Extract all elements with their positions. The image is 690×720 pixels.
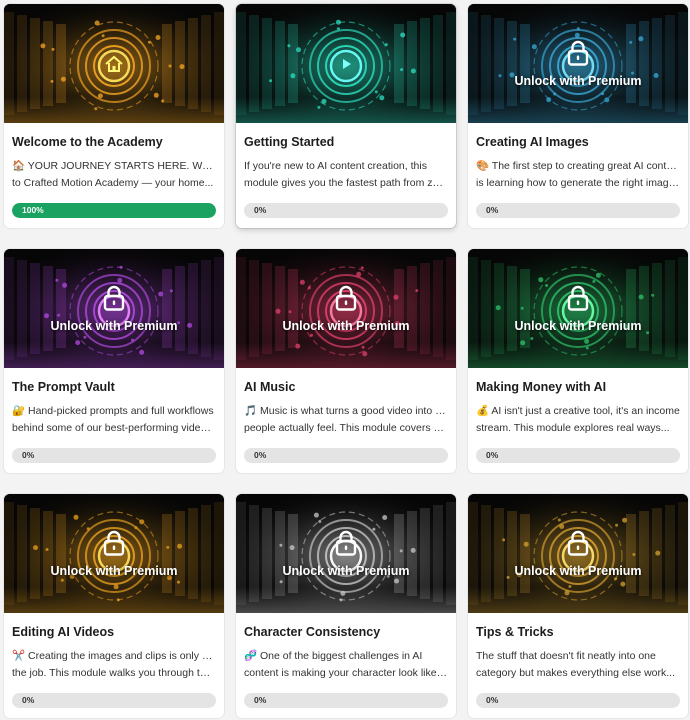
premium-lock-overlay[interactable]: Unlock with Premium — [4, 494, 224, 613]
course-description: 🏠 YOUR JOURNEY STARTS HERE. Welcome to C… — [4, 155, 224, 195]
course-description: If you're new to AI content creation, th… — [236, 155, 456, 195]
course-thumbnail: Unlock with Premium — [468, 249, 688, 368]
course-title: Making Money with AI — [476, 380, 607, 394]
course-description-line: 🧬 One of the biggest challenges in AI — [244, 650, 423, 662]
course-description-line: If you're new to AI content creation, th… — [244, 160, 427, 172]
course-title: Tips & Tricks — [476, 625, 554, 639]
progress-bar: 0% — [244, 448, 448, 463]
course-thumbnail — [236, 4, 456, 123]
unlock-premium-label: Unlock with Premium — [282, 563, 410, 578]
lock-icon — [103, 530, 125, 556]
home-icon — [105, 55, 123, 72]
course-title: Welcome to the Academy — [12, 135, 163, 149]
course-thumbnail: Unlock with Premium — [236, 249, 456, 368]
course-thumbnail — [4, 4, 224, 123]
premium-lock-overlay[interactable]: Unlock with Premium — [236, 494, 456, 613]
course-thumbnail: Unlock with Premium — [4, 494, 224, 613]
course-description: 💰 AI isn't just a creative tool, it's an… — [468, 400, 688, 440]
course-description: 🎨 The first step to creating great AI co… — [468, 155, 688, 195]
course-card-prompt-vault[interactable]: Unlock with Premium The Prompt Vault 🔐 H… — [4, 249, 224, 473]
course-description-line: 🏠 YOUR JOURNEY STARTS HERE. Welcome — [12, 160, 216, 172]
progress-label: 0% — [254, 450, 267, 460]
course-description: 🔐 Hand-picked prompts and full workflows… — [4, 400, 224, 440]
course-card-character-consistency[interactable]: Unlock with Premium Character Consistenc… — [236, 494, 456, 718]
premium-lock-overlay[interactable]: Unlock with Premium — [468, 4, 688, 123]
course-description-line: module gives you the fastest path from z… — [244, 177, 448, 189]
course-description: ✂️ Creating the images and clips is only… — [4, 645, 224, 685]
course-description: 🎵 Music is what turns a good video into … — [236, 400, 456, 440]
course-card-editing-ai-videos[interactable]: Unlock with Premium Editing AI Videos ✂️… — [4, 494, 224, 718]
course-description-line: 🎨 The first step to creating great AI co… — [476, 160, 680, 172]
progress-label: 0% — [22, 450, 35, 460]
premium-lock-overlay[interactable]: Unlock with Premium — [236, 249, 456, 368]
course-title: Character Consistency — [244, 625, 381, 639]
play-icon — [343, 58, 351, 69]
course-card-making-money[interactable]: Unlock with Premium Making Money with AI… — [468, 249, 688, 473]
unlock-premium-label: Unlock with Premium — [514, 73, 642, 88]
course-card-welcome[interactable]: Welcome to the Academy 🏠 YOUR JOURNEY ST… — [4, 4, 224, 228]
course-description-line: stream. This module explores real ways..… — [476, 422, 670, 434]
progress-label: 0% — [486, 695, 499, 705]
progress-label: 0% — [254, 695, 267, 705]
course-description-line: 🔐 Hand-picked prompts and full workflows — [12, 405, 214, 417]
course-description-line: ✂️ Creating the images and clips is only… — [12, 650, 216, 662]
lock-icon — [335, 530, 357, 556]
course-description-line: behind some of our best-performing video… — [12, 422, 216, 434]
unlock-premium-label: Unlock with Premium — [514, 563, 642, 578]
course-title: The Prompt Vault — [12, 380, 115, 394]
course-description-line: to Crafted Motion Academy — your home... — [12, 177, 214, 189]
progress-label: 0% — [486, 205, 499, 215]
course-description-line: 💰 AI isn't just a creative tool, it's an… — [476, 405, 680, 417]
course-description-line: people actually feel. This module covers… — [244, 422, 448, 434]
unlock-premium-label: Unlock with Premium — [282, 318, 410, 333]
course-description-line: content is making your character look li… — [244, 667, 448, 679]
course-title: Editing AI Videos — [12, 625, 115, 639]
unlock-premium-label: Unlock with Premium — [514, 318, 642, 333]
lock-icon — [567, 530, 589, 556]
progress-bar: 0% — [476, 693, 680, 708]
progress-bar: 0% — [244, 693, 448, 708]
course-title: AI Music — [244, 380, 296, 394]
lock-icon — [567, 40, 589, 66]
course-grid: Welcome to the Academy 🏠 YOUR JOURNEY ST… — [4, 4, 688, 718]
course-card-ai-music[interactable]: Unlock with Premium AI Music 🎵 Music is … — [236, 249, 456, 473]
course-card-creating-ai-images[interactable]: Unlock with Premium Creating AI Images 🎨… — [468, 4, 688, 228]
course-title: Getting Started — [244, 135, 335, 149]
lock-icon — [103, 285, 125, 311]
progress-bar: 100% — [12, 203, 216, 218]
lock-icon — [567, 285, 589, 311]
progress-label: 0% — [254, 205, 267, 215]
progress-label: 0% — [22, 695, 35, 705]
progress-bar: 0% — [12, 448, 216, 463]
progress-label: 100% — [22, 205, 44, 215]
course-description-line: The stuff that doesn't fit neatly into o… — [476, 650, 656, 662]
course-thumbnail: Unlock with Premium — [236, 494, 456, 613]
course-description-line: is learning how to generate the right im… — [476, 177, 680, 189]
premium-lock-overlay[interactable]: Unlock with Premium — [468, 249, 688, 368]
progress-bar: 0% — [476, 203, 680, 218]
course-thumbnail: Unlock with Premium — [4, 249, 224, 368]
progress-bar: 0% — [476, 448, 680, 463]
unlock-premium-label: Unlock with Premium — [50, 563, 178, 578]
course-description-line: the job. This module walks you through t… — [12, 667, 216, 679]
progress-bar: 0% — [244, 203, 448, 218]
unlock-premium-label: Unlock with Premium — [50, 318, 178, 333]
course-thumbnail: Unlock with Premium — [468, 494, 688, 613]
course-description-line: category but makes everything else work.… — [476, 667, 676, 679]
premium-lock-overlay[interactable]: Unlock with Premium — [468, 494, 688, 613]
course-title: Creating AI Images — [476, 135, 589, 149]
course-description: The stuff that doesn't fit neatly into o… — [468, 645, 688, 685]
course-card-getting-started[interactable]: Getting Started If you're new to AI cont… — [236, 4, 456, 228]
course-card-tips-tricks[interactable]: Unlock with Premium Tips & Tricks The st… — [468, 494, 688, 718]
course-description-line: 🎵 Music is what turns a good video into … — [244, 405, 448, 417]
progress-bar: 0% — [12, 693, 216, 708]
lock-icon — [335, 285, 357, 311]
premium-lock-overlay[interactable]: Unlock with Premium — [4, 249, 224, 368]
course-description: 🧬 One of the biggest challenges in AI co… — [236, 645, 456, 685]
course-thumbnail: Unlock with Premium — [468, 4, 688, 123]
progress-label: 0% — [486, 450, 499, 460]
